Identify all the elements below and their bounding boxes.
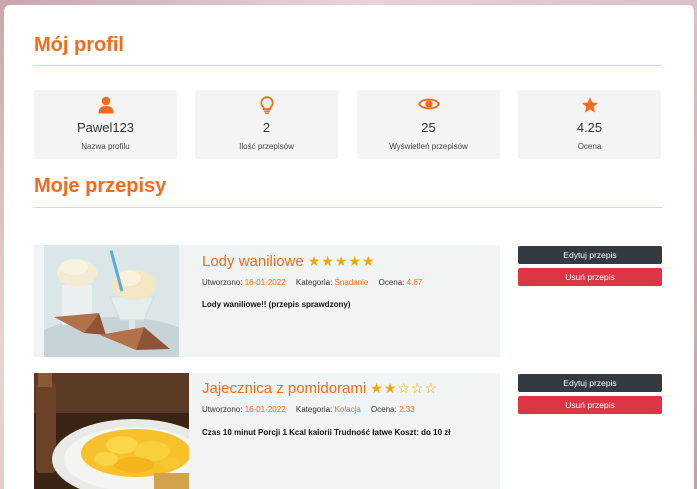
recipe-title-text[interactable]: Lody waniliowe [202,253,304,270]
recipe-card[interactable]: Lody waniliowe ★★★★★ Utworzono: 16-01-202… [34,245,500,357]
recipe-image-scrambled-eggs[interactable] [34,373,189,489]
stat-username: Pawel123 Nazwa profilu [34,90,177,159]
category-label: Kategoria: [295,405,333,414]
user-icon [34,96,177,116]
recipes-heading: Moje przepisy [34,175,167,197]
rating-stars: ★★★★★ [307,253,376,269]
rating-label: Ocena: [378,278,405,287]
category-value[interactable]: Kolacja [335,405,361,414]
edit-recipe-button[interactable]: Edytuj przepis [518,374,662,392]
stat-value: 25 [421,120,436,135]
recipe-title[interactable]: Jajecznica z pomidorami ★★☆☆☆ [202,380,438,397]
category-label: Kategoria: [295,278,333,287]
divider [34,65,662,66]
profile-heading: Mój profil [34,34,124,56]
stat-value: 4.25 [576,120,603,135]
stat-value: Pawel123 [76,120,135,135]
created-label: Utworzono: [202,278,243,287]
recipe-description: Lody waniliowe!! (przepis sprawdzony) [202,300,351,309]
delete-recipe-button[interactable]: Usuń przepis [518,396,662,414]
recipe-image-ice-cream[interactable] [44,245,179,357]
divider [34,207,662,208]
profile-card: Mój profil Pawel123 Nazwa profilu 2 Iloś… [4,5,694,489]
created-label: Utworzono: [202,405,243,414]
stat-label: Ocena [577,142,602,151]
rating-label: Ocena: [371,405,397,414]
stat-rating: 4.25 Ocena [518,90,661,159]
recipe-card[interactable]: Jajecznica z pomidorami ★★☆☆☆ Utworzono: … [34,373,500,489]
recipe-meta: Utworzono: 16-01-2022 Kategoria: Kolacja… [202,405,415,414]
lightbulb-icon [195,96,338,116]
created-date: 16-01-2022 [244,405,286,414]
delete-recipe-button[interactable]: Usuń przepis [518,268,662,286]
recipe-meta: Utworzono: 16-01-2022 Kategoria: Śnadani… [202,278,422,287]
stat-label: Wyświetleń przepisów [389,142,468,151]
created-date: 16-01-2022 [244,278,286,287]
rating-value: 4.67 [406,278,423,287]
star-icon [518,96,661,116]
eye-icon [357,96,500,116]
rating-value: 2.33 [399,405,415,414]
recipe-description: Czas 10 minut Porcji 1 Kcal kalorii Trud… [202,428,451,437]
stat-value: 2 [262,120,271,135]
rating-stars: ★★☆☆☆ [370,380,438,396]
recipe-title-text[interactable]: Jajecznica z pomidorami [202,380,366,397]
stat-views: 25 Wyświetleń przepisów [357,90,500,159]
stat-label: Ilość przepisów [239,142,294,151]
edit-recipe-button[interactable]: Edytuj przepis [518,246,662,264]
recipe-title[interactable]: Lody waniliowe ★★★★★ [202,253,376,270]
category-value[interactable]: Śnadanie [335,278,369,287]
stat-label: Nazwa profilu [81,142,130,151]
stat-recipe-count: 2 Ilość przepisów [195,90,338,159]
